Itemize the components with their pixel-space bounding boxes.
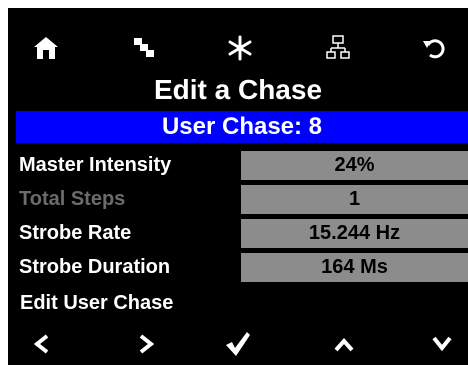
total-steps-label: Total Steps: [19, 188, 126, 210]
strobe-duration-label: Strobe Duration: [19, 256, 171, 278]
bottom-nav: [8, 326, 468, 362]
chevron-up-icon[interactable]: [326, 326, 362, 362]
asterisk-icon[interactable]: [222, 30, 258, 66]
page-title: Edit a Chase: [153, 74, 323, 105]
strobe-rate-value[interactable]: 15.244 Hz: [241, 219, 468, 248]
chevron-down-icon[interactable]: [424, 326, 460, 362]
top-toolbar: [8, 30, 468, 66]
selected-chase-banner: User Chase: 8: [16, 111, 468, 143]
master-intensity-value[interactable]: 24%: [241, 151, 468, 180]
home-icon[interactable]: [28, 30, 64, 66]
chevron-left-icon[interactable]: [24, 326, 60, 362]
master-intensity-label: Master Intensity: [19, 154, 172, 176]
device-screen: Edit a Chase User Chase: 8 Master Intens…: [8, 8, 468, 365]
edit-user-chase-item[interactable]: Edit User Chase: [20, 288, 173, 318]
chevron-right-icon[interactable]: [128, 326, 164, 362]
network-icon[interactable]: [320, 30, 356, 66]
undo-icon[interactable]: [416, 30, 452, 66]
strobe-rate-label: Strobe Rate: [19, 222, 132, 244]
copy-layers-icon[interactable]: [126, 30, 162, 66]
total-steps-value: 1: [241, 185, 468, 214]
strobe-duration-value[interactable]: 164 Ms: [241, 253, 468, 282]
checkmark-icon[interactable]: [220, 326, 256, 362]
